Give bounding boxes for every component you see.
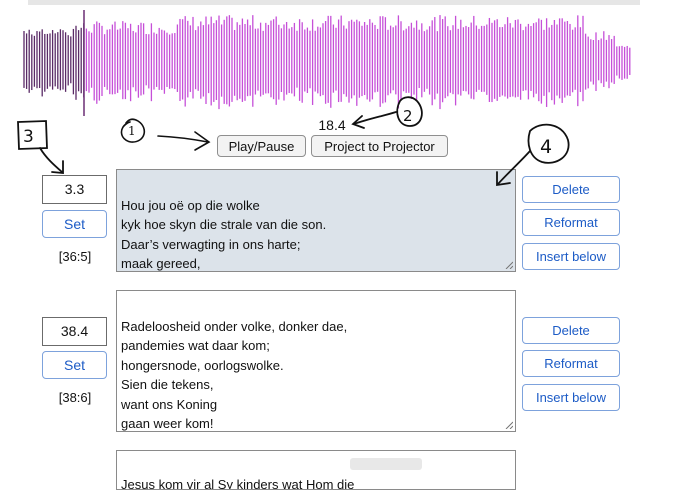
annotation-3: 3	[18, 121, 63, 173]
annotation-1: 1	[121, 119, 209, 150]
lyrics-text: Jesus kom vir al Sy kinders wat Hom die	[121, 477, 354, 490]
annotation-layer: 1 2 3 4	[0, 0, 700, 466]
annotation-label: 3	[23, 127, 34, 147]
annotation-label: 1	[128, 124, 136, 138]
annotation-label: 4	[540, 136, 552, 158]
annotation-2: 2	[353, 97, 422, 128]
annotation-4: 4	[497, 125, 569, 185]
annotation-label: 2	[403, 107, 413, 125]
